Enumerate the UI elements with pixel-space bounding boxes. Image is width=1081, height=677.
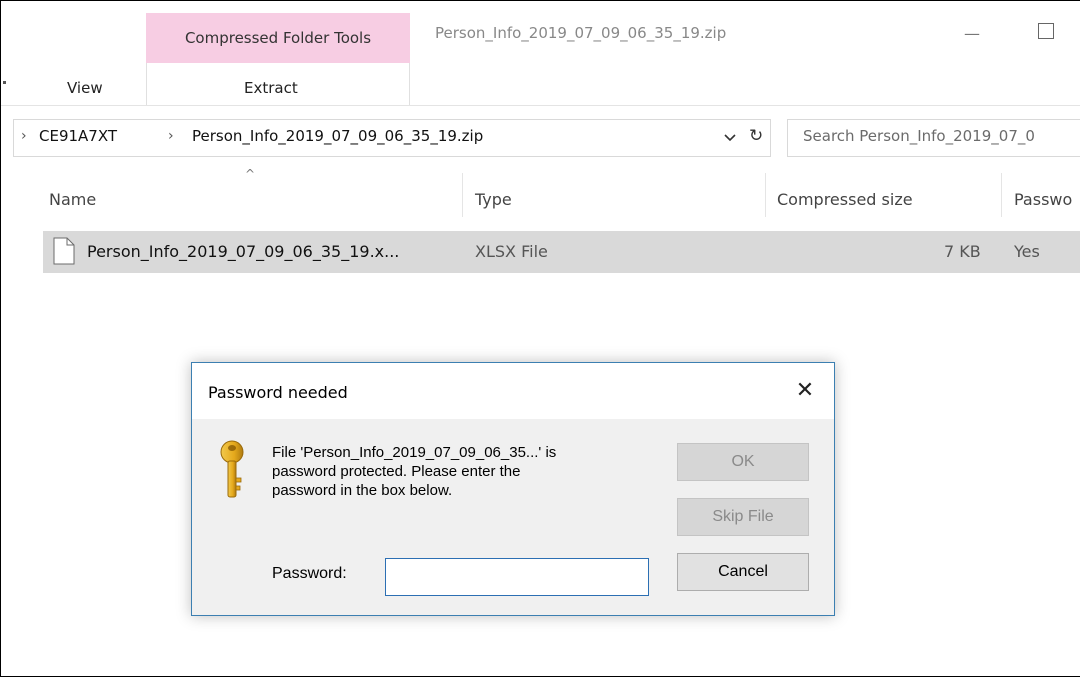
tab-divider bbox=[409, 63, 410, 105]
file-name[interactable]: Person_Info_2019_07_09_06_35_19.x... bbox=[87, 242, 399, 261]
ribbon-edge-marker bbox=[3, 81, 6, 84]
breadcrumb-folder[interactable]: CE91A7XT bbox=[39, 127, 117, 145]
column-header-compressed-size[interactable]: Compressed size bbox=[777, 190, 913, 209]
explorer-window: Compressed Folder Tools Person_Info_2019… bbox=[0, 0, 1080, 677]
dialog-message-line: File 'Person_Info_2019_07_09_06_35...' i… bbox=[272, 444, 557, 461]
breadcrumb-zip[interactable]: Person_Info_2019_07_09_06_35_19.zip bbox=[192, 127, 483, 145]
file-compressed-size: 7 KB bbox=[944, 242, 981, 261]
column-divider[interactable] bbox=[462, 173, 463, 217]
password-input[interactable] bbox=[385, 558, 649, 596]
dialog-message-line: password in the box below. bbox=[272, 482, 453, 499]
chevron-down-icon[interactable] bbox=[723, 132, 737, 144]
column-divider[interactable] bbox=[1001, 173, 1002, 217]
key-icon bbox=[220, 440, 244, 498]
refresh-icon[interactable]: ↻ bbox=[749, 126, 763, 146]
file-password-flag: Yes bbox=[1014, 242, 1040, 261]
password-label: Password: bbox=[272, 565, 347, 582]
file-type: XLSX File bbox=[475, 242, 548, 261]
file-icon bbox=[53, 237, 75, 265]
close-icon[interactable]: ✕ bbox=[790, 375, 820, 405]
column-header-type[interactable]: Type bbox=[475, 190, 512, 209]
skip-file-button[interactable]: Skip File bbox=[677, 498, 809, 536]
minimize-button[interactable]: — bbox=[952, 20, 992, 46]
cancel-button[interactable]: Cancel bbox=[677, 553, 809, 591]
column-header-password[interactable]: Passwo bbox=[1014, 190, 1072, 209]
breadcrumb-chevron-icon[interactable]: › bbox=[168, 128, 174, 144]
context-tab-group-label[interactable]: Compressed Folder Tools bbox=[146, 13, 410, 63]
sort-ascending-icon: ^ bbox=[245, 167, 256, 181]
ribbon-bottom-border bbox=[1, 105, 1080, 106]
breadcrumb-chevron-icon[interactable]: › bbox=[21, 128, 27, 144]
maximize-button[interactable] bbox=[1038, 23, 1054, 39]
dialog-title: Password needed bbox=[208, 383, 348, 402]
ok-button[interactable]: OK bbox=[677, 443, 809, 481]
search-placeholder: Search Person_Info_2019_07_0 bbox=[803, 127, 1035, 145]
column-divider[interactable] bbox=[765, 173, 766, 217]
password-dialog: Password needed ✕ File 'Person_Info_2019… bbox=[191, 362, 835, 616]
column-header-name[interactable]: Name bbox=[49, 190, 96, 209]
tab-divider bbox=[146, 63, 147, 105]
window-title: Person_Info_2019_07_09_06_35_19.zip bbox=[435, 24, 727, 42]
dialog-message: File 'Person_Info_2019_07_09_06_35...' i… bbox=[272, 443, 652, 500]
tab-extract[interactable]: Extract bbox=[244, 79, 298, 97]
dialog-message-line: password protected. Please enter the bbox=[272, 463, 521, 480]
tab-view[interactable]: View bbox=[67, 79, 103, 97]
